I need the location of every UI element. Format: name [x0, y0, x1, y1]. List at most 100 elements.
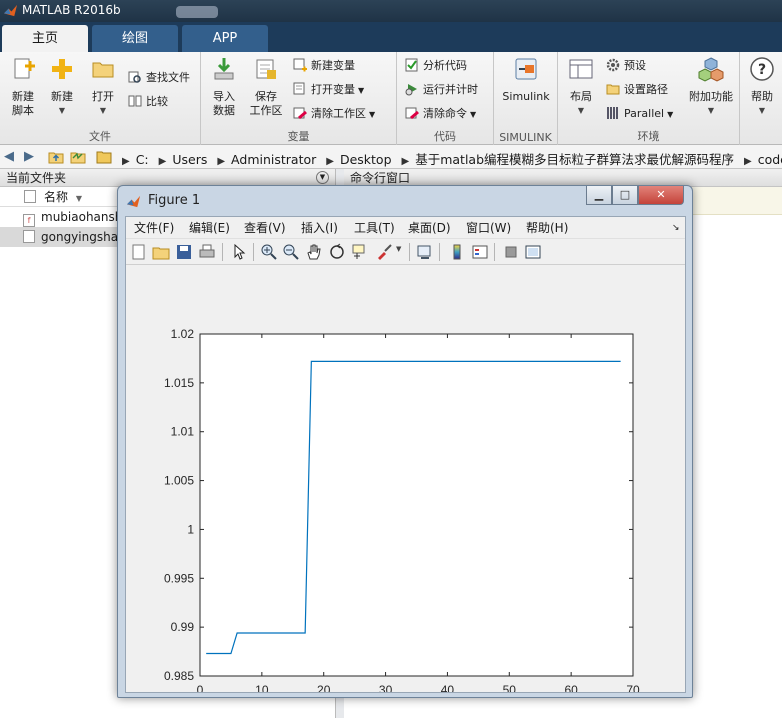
x-tick-label: 30 [379, 683, 393, 692]
compare-icon [128, 95, 142, 107]
chevron-down-icon: ▼ [577, 106, 585, 115]
new-button[interactable]: 新建 ▼ [45, 56, 79, 118]
close-button[interactable]: ✕ [638, 186, 684, 205]
analyze-code-button[interactable]: 分析代码 [405, 56, 467, 76]
analyze-code-icon [405, 58, 418, 72]
figure-toolbar: ▼ [126, 239, 685, 265]
new-script-icon [14, 58, 35, 79]
new-script-button[interactable]: 新建 脚本 [6, 56, 40, 118]
menubar-pin-icon[interactable]: ↘ [672, 217, 680, 239]
save-workspace-button[interactable]: 保存 工作区 [247, 56, 285, 118]
tab-home[interactable]: 主页 [2, 25, 88, 52]
save-icon[interactable] [175, 243, 193, 261]
m-file-icon [23, 230, 35, 243]
link-plot-icon[interactable] [416, 243, 434, 261]
set-path-button[interactable]: 设置路径 [606, 80, 668, 100]
hide-plot-tools-icon[interactable] [502, 243, 520, 261]
menu-insert[interactable]: 插入(I) [301, 217, 338, 239]
y-tick-label: 0.99 [171, 620, 195, 634]
menu-help[interactable]: 帮助(H) [526, 217, 568, 239]
minimize-button[interactable]: ▁ [586, 186, 612, 205]
parallel-button[interactable]: Parallel ▼ [606, 104, 673, 124]
tab-plots[interactable]: 绘图 [92, 25, 178, 52]
add-ons-icon [698, 57, 724, 82]
import-data-icon [214, 58, 234, 80]
x-tick-label: 40 [441, 683, 455, 692]
matlab-logo-icon [3, 4, 18, 17]
m-file-icon: f [23, 214, 35, 227]
breadcrumb-item[interactable]: C: [136, 152, 149, 167]
new-plus-icon [52, 59, 72, 79]
browse-folder-icon[interactable] [70, 149, 86, 165]
folder-open-icon [92, 62, 114, 78]
show-plot-tools-icon[interactable] [524, 243, 542, 261]
section-simulink: Simulink SIMULINK [494, 52, 558, 145]
find-files-button[interactable]: 查找文件 [128, 68, 190, 88]
open-button[interactable]: 打开 ▼ [86, 56, 120, 118]
legend-icon[interactable] [471, 243, 489, 261]
clear-commands-button[interactable]: 清除命令 ▼ [405, 104, 476, 124]
tab-apps[interactable]: APP [182, 25, 268, 52]
data-cursor-icon[interactable] [351, 243, 369, 261]
breadcrumb-item[interactable]: 基于matlab编程模糊多目标粒子群算法求最优解源码程序 [415, 152, 734, 167]
breadcrumb-item[interactable]: Administrator [231, 152, 316, 167]
new-variable-button[interactable]: 新建变量 [293, 56, 355, 76]
section-label-file: 文件 [89, 130, 111, 143]
new-figure-icon[interactable] [130, 243, 148, 261]
chevron-down-icon: ▼ [358, 86, 365, 95]
layout-button[interactable]: 布局 ▼ [564, 56, 598, 118]
chevron-down-icon: ▼ [369, 110, 376, 119]
zoom-out-icon[interactable] [282, 243, 300, 261]
figure-title: Figure 1 [148, 193, 201, 208]
forward-arrow-icon[interactable]: ▶ [24, 149, 34, 164]
plot-area[interactable]: 0 10 20 30 40 50 60 70 0.985 0.99 0.995 1 1.005 1.01… [126, 267, 685, 692]
toolbar-separator [494, 243, 495, 261]
breadcrumb-item[interactable]: Desktop [340, 152, 392, 167]
menu-file[interactable]: 文件(F) [134, 217, 174, 239]
open-variable-button[interactable]: 打开变量 ▼ [293, 80, 364, 100]
save-workspace-icon [256, 59, 276, 79]
print-icon[interactable] [198, 243, 216, 261]
folder-path-icon [606, 84, 620, 95]
colorbar-icon[interactable] [448, 243, 466, 261]
select-arrow-icon[interactable] [230, 243, 248, 261]
menu-desktop[interactable]: 桌面(D) [408, 217, 451, 239]
x-tick-label: 20 [317, 683, 331, 692]
section-label-variable: 变量 [287, 130, 310, 143]
breadcrumb-item[interactable]: code [758, 152, 782, 167]
back-arrow-icon[interactable]: ◀ [4, 149, 14, 164]
help-button[interactable]: ? 帮助 ▼ [744, 56, 780, 118]
breadcrumb-item[interactable]: Users [172, 152, 207, 167]
up-folder-icon[interactable] [48, 149, 64, 165]
clear-workspace-button[interactable]: 清除工作区 ▼ [293, 104, 375, 124]
y-tick-label: 1.005 [164, 474, 194, 488]
layout-icon [569, 59, 593, 79]
breadcrumb: ▶ C: ▶ Users ▶ Administrator ▶ Desktop ▶ 基于ma… [116, 149, 782, 168]
toolbar-separator [253, 243, 254, 261]
pan-hand-icon[interactable] [305, 243, 323, 261]
zoom-in-icon[interactable] [260, 243, 278, 261]
pane-menu-icon[interactable]: ▼ [316, 171, 329, 184]
find-files-icon [128, 71, 141, 83]
chevron-down-icon[interactable]: ▼ [396, 245, 401, 253]
figure-window: Figure 1 ▁ □ ✕ 文件(F) 编辑(E) 查看(V) 插入(I) 工… [117, 185, 693, 698]
menu-window[interactable]: 窗口(W) [466, 217, 511, 239]
x-tick-label: 0 [197, 683, 204, 692]
run-and-time-button[interactable]: 运行并计时 [405, 80, 478, 100]
chevron-down-icon: ▼ [470, 110, 477, 119]
open-file-icon[interactable] [152, 243, 170, 261]
menu-edit[interactable]: 编辑(E) [189, 217, 230, 239]
y-tick-label: 1.01 [171, 425, 195, 439]
brush-icon[interactable] [375, 243, 393, 261]
add-ons-button[interactable]: 附加功能 ▼ [686, 56, 736, 118]
import-data-button[interactable]: 导入 数据 [207, 56, 241, 118]
menu-view[interactable]: 查看(V) [244, 217, 286, 239]
menu-tools[interactable]: 工具(T) [354, 217, 395, 239]
rotate-3d-icon[interactable] [328, 243, 346, 261]
preferences-button[interactable]: 预设 [606, 56, 646, 76]
simulink-button[interactable]: Simulink [498, 56, 554, 104]
compare-button[interactable]: 比较 [128, 92, 168, 112]
section-label-simulink: SIMULINK [499, 131, 552, 144]
section-environment: 布局 ▼ 预设 设置路径 Parallel ▼ 附加功能 ▼ 环境 [558, 52, 740, 145]
maximize-button[interactable]: □ [612, 186, 638, 205]
